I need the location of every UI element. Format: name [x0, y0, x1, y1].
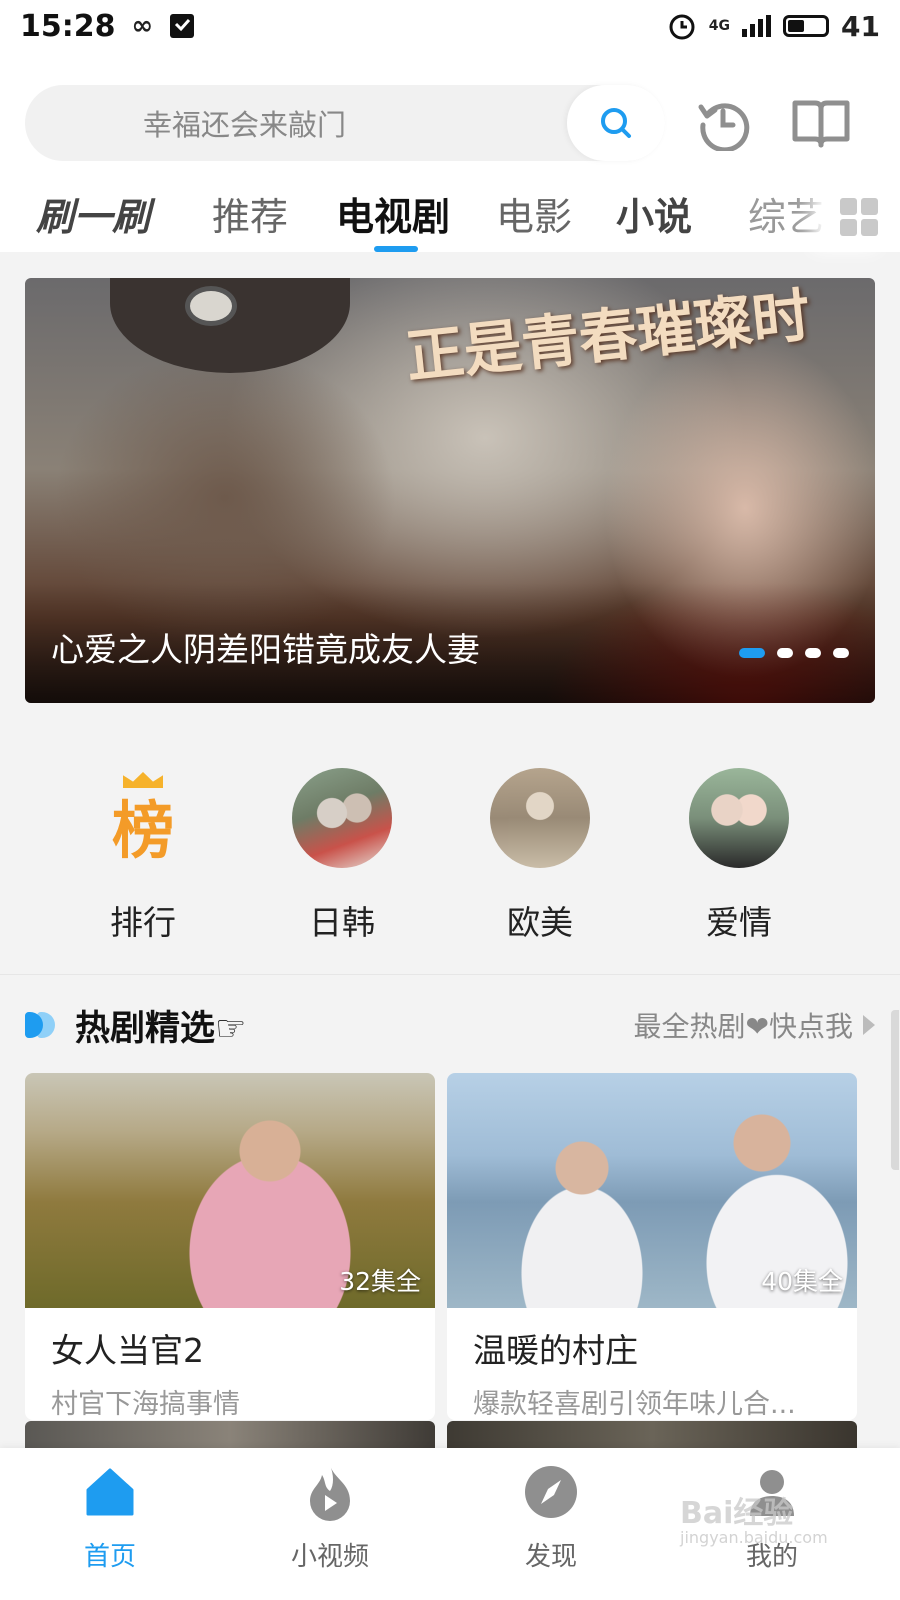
category-rank[interactable]: 榜 排行: [88, 768, 198, 944]
channel-tabs: 刷一刷 推荐 电视剧 电影 小说 综艺: [0, 176, 900, 252]
status-time: 15:28: [20, 8, 116, 44]
tab-novel[interactable]: 小说: [616, 186, 692, 241]
tab-shuayishua[interactable]: 刷一刷: [36, 186, 150, 241]
battery-level: 41: [841, 9, 880, 43]
hot-series-section: 热剧精选☞ 最全热剧❤快点我 32集全 女人当官2 村官下海搞事情 40集全 温…: [0, 975, 900, 1475]
history-icon: [698, 103, 750, 151]
banner-caption: 心爱之人阴差阳错竟成友人妻: [51, 630, 480, 669]
nav-label: 发现: [524, 1542, 577, 1572]
search-button[interactable]: [567, 85, 665, 161]
category-label: 排行: [110, 903, 176, 942]
active-tab-indicator: [374, 246, 418, 252]
channel-grid-icon[interactable]: [834, 192, 884, 242]
rank-glyph: 榜: [111, 794, 174, 867]
status-right-icons: 4G 41: [667, 10, 880, 43]
top-area: 幸福还会来敲门 刷一刷 推荐 电视剧 电影 小说 综艺: [0, 52, 900, 252]
edge-scroll-handle[interactable]: [891, 1010, 899, 1170]
notification-icon: [170, 14, 195, 38]
compass-icon: [521, 1462, 581, 1522]
home-icon: [80, 1462, 140, 1522]
search-placeholder[interactable]: 幸福还会来敲门: [143, 102, 567, 144]
category-label: 日韩: [309, 903, 375, 942]
pagination-dot: [833, 648, 849, 658]
crown-icon: [123, 772, 163, 788]
signal-icon: [742, 15, 772, 37]
banner-pagination: [739, 648, 849, 658]
tab-tv-series[interactable]: 电视剧: [336, 186, 450, 241]
pagination-dot: [805, 648, 821, 658]
episode-badge: 40集全: [761, 1267, 843, 1296]
category-western[interactable]: 欧美: [485, 768, 595, 944]
battery-icon: [783, 15, 830, 37]
section-marker-icon: [25, 1010, 57, 1040]
series-title: 女人当官2: [51, 1331, 204, 1370]
series-description: 爆款轻喜剧引领年味儿合...: [473, 1389, 796, 1420]
banner-title-art: 正是青春璀璨时: [402, 280, 814, 392]
romance-thumbnail: [689, 768, 789, 868]
series-description: 村官下海搞事情: [51, 1389, 240, 1420]
search-icon: [601, 108, 631, 138]
category-romance[interactable]: 爱情: [684, 768, 794, 944]
infinity-icon: ∞: [131, 11, 154, 41]
category-row: 榜 排行 日韩 欧美 爱情: [0, 740, 900, 974]
series-thumbnail: 32集全: [25, 1073, 435, 1308]
nav-home[interactable]: 首页: [50, 1462, 170, 1573]
section-more-label[interactable]: 最全热剧❤快点我: [634, 1005, 853, 1045]
pagination-dot-active: [739, 648, 765, 658]
search-bar[interactable]: 幸福还会来敲门: [25, 85, 665, 161]
nav-discover[interactable]: 发现: [491, 1462, 611, 1573]
series-title: 温暖的村庄: [473, 1331, 638, 1370]
pagination-dot: [777, 648, 793, 658]
network-type: 4G: [708, 18, 731, 34]
tab-movie[interactable]: 电影: [496, 186, 572, 241]
status-bar: 15:28 ∞ 4G 41: [0, 0, 900, 52]
banner-lamp-shape: [185, 286, 237, 326]
nav-label: 小视频: [290, 1542, 369, 1572]
series-thumbnail: 40集全: [447, 1073, 857, 1308]
series-card[interactable]: 40集全 温暖的村庄 爆款轻喜剧引领年味儿合...: [447, 1073, 857, 1420]
flame-icon: [300, 1462, 360, 1522]
watermark-url: jingyan.baidu.com: [680, 1528, 828, 1547]
nav-short-video[interactable]: 小视频: [270, 1462, 390, 1573]
category-label: 欧美: [507, 903, 573, 942]
tab-variety[interactable]: 综艺: [748, 186, 824, 241]
episode-badge: 32集全: [339, 1267, 421, 1296]
category-label: 爱情: [706, 903, 772, 942]
alarm-icon: [669, 14, 695, 40]
watermark-logo: Bai经验: [680, 1496, 794, 1531]
hero-banner[interactable]: 正是青春璀璨时 心爱之人阴差阳错竟成友人妻: [25, 278, 875, 703]
series-card[interactable]: 32集全 女人当官2 村官下海搞事情: [25, 1073, 435, 1420]
book-icon: [792, 100, 850, 148]
japan-korea-thumbnail: [292, 768, 392, 868]
section-header: 热剧精选☞ 最全热剧❤快点我: [25, 997, 875, 1053]
status-left-icons: ∞: [132, 11, 196, 41]
category-japan-korea[interactable]: 日韩: [287, 768, 397, 944]
bookshelf-button[interactable]: [786, 88, 856, 158]
tab-recommend[interactable]: 推荐: [212, 186, 288, 241]
section-more-link[interactable]: 最全热剧❤快点我: [634, 1005, 875, 1045]
section-title: 热剧精选☞: [75, 1008, 247, 1049]
chevron-right-icon: [863, 1015, 875, 1035]
history-button[interactable]: [688, 88, 758, 158]
western-thumbnail: [490, 768, 590, 868]
nav-label: 首页: [83, 1542, 136, 1572]
rank-icon: 榜: [93, 768, 193, 868]
